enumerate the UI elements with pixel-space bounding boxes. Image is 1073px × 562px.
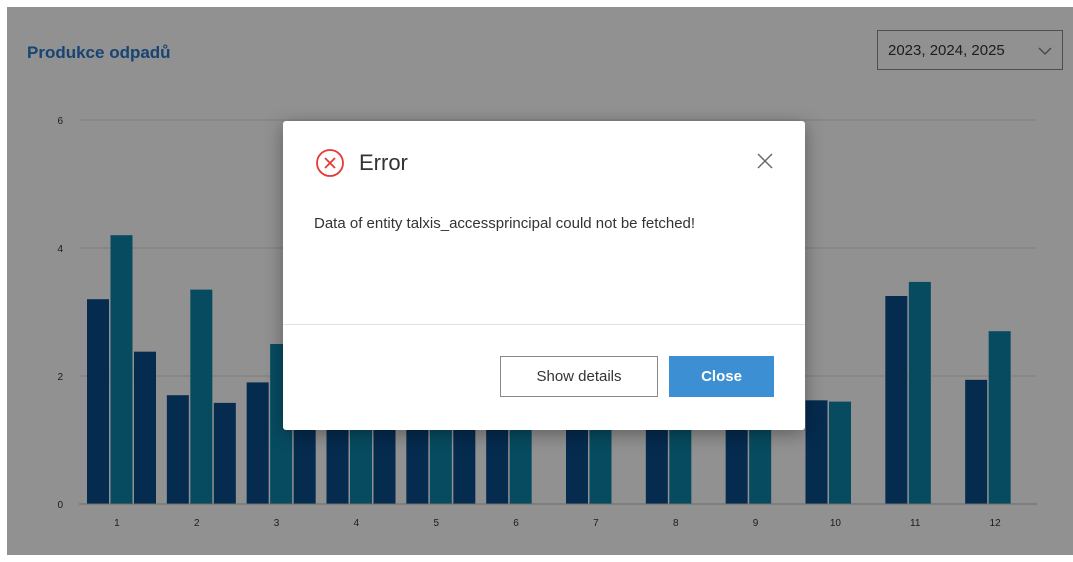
dialog-title: Error [359,150,408,175]
show-details-button[interactable]: Show details [500,356,658,397]
error-dialog: Error Data of entity talxis_accessprinci… [283,121,805,430]
dialog-header: Error [315,148,408,178]
dialog-divider [283,324,805,325]
error-circle-icon [316,149,344,177]
error-message: Data of entity talxis_accessprincipal co… [314,215,696,232]
close-button[interactable]: Close [669,356,774,397]
close-icon[interactable] [755,151,775,171]
